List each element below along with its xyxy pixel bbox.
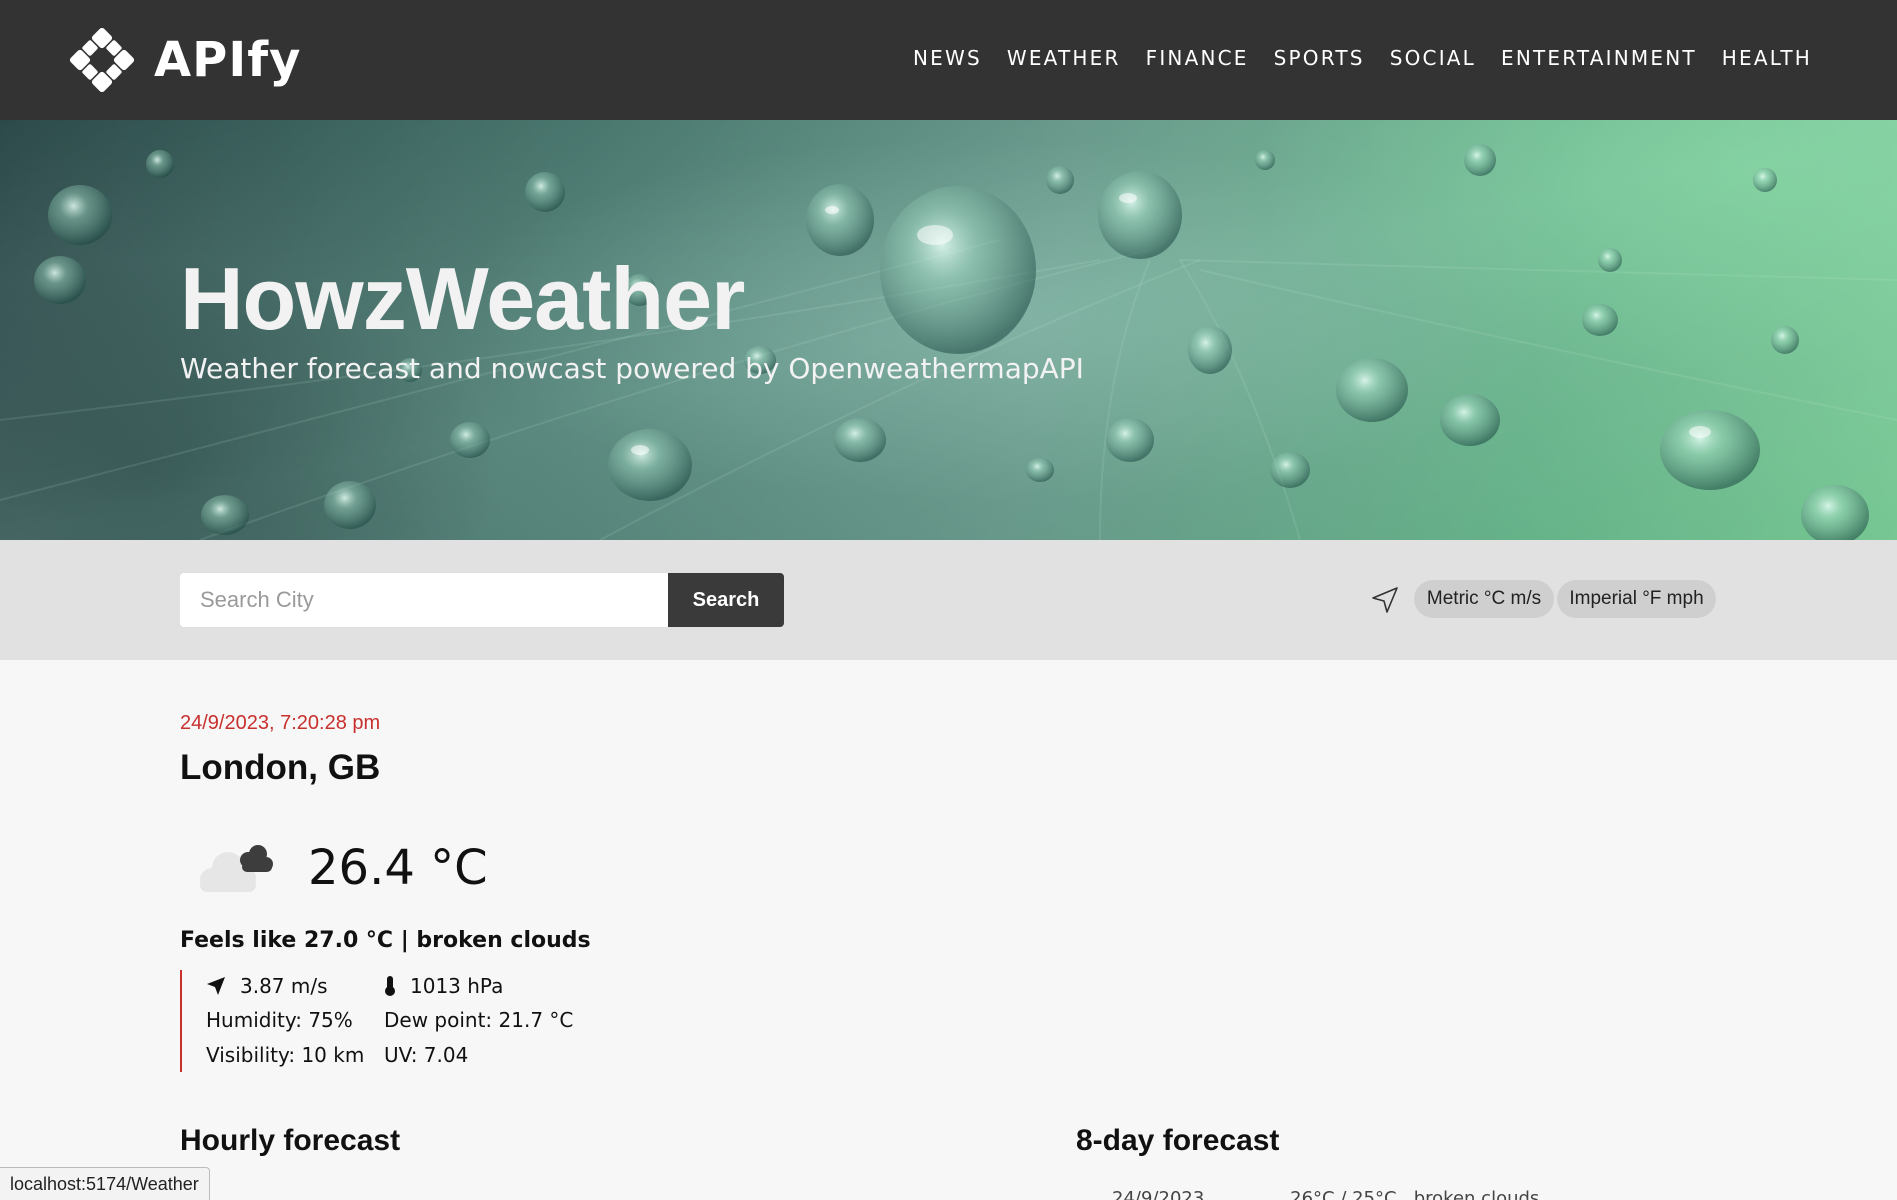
daily-forecast-title: 8-day forecast <box>1076 1124 1280 1157</box>
hero-title: HowzWeather <box>180 249 745 348</box>
brand-name: APIfy <box>154 32 302 88</box>
uv-detail: UV: 7.04 <box>384 1043 469 1067</box>
search-button[interactable]: Search <box>668 573 784 627</box>
brand-logo[interactable]: APIfy <box>70 28 301 92</box>
nav-health[interactable]: HEALTH <box>1722 46 1812 70</box>
hourly-forecast-title: Hourly forecast <box>180 1124 401 1157</box>
weather-details: 3.87 m/s 1013 hPa Humidity: 75% Dew poin… <box>180 970 573 1072</box>
observation-datetime: 24/9/2023, 7:20:28 pm <box>180 712 381 734</box>
city-search-input[interactable] <box>180 573 668 627</box>
main-nav: NEWS WEATHER FINANCE SPORTS SOCIAL ENTER… <box>888 46 1812 70</box>
nav-news[interactable]: NEWS <box>913 46 982 70</box>
hero-subtitle: Weather forecast and nowcast powered by … <box>180 352 1084 385</box>
pressure-value: 1013 hPa <box>410 974 504 998</box>
top-navbar: APIfy NEWS WEATHER FINANCE SPORTS SOCIAL… <box>0 0 1897 120</box>
nav-sports[interactable]: SPORTS <box>1274 46 1365 70</box>
nav-finance[interactable]: FINANCE <box>1146 46 1249 70</box>
pressure-detail: 1013 hPa <box>384 974 503 998</box>
unit-metric-button[interactable]: Metric °C m/s <box>1414 580 1554 618</box>
humidity-detail: Humidity: 75% <box>206 1008 353 1032</box>
thermometer-icon <box>385 976 395 996</box>
current-temperature: 26.4 °C <box>308 840 488 896</box>
nav-weather[interactable]: WEATHER <box>1007 46 1121 70</box>
diamond-cluster-icon <box>70 28 134 92</box>
nav-entertainment[interactable]: ENTERTAINMENT <box>1501 46 1697 70</box>
location-name: London, GB <box>180 748 381 787</box>
dew-point-detail: Dew point: 21.7 °C <box>384 1008 574 1032</box>
search-toolbar: Search Metric °C m/s Imperial °F mph <box>0 540 1897 660</box>
status-bar-url: localhost:5174/Weather <box>0 1167 210 1200</box>
hero-banner: HowzWeather Weather forecast and nowcast… <box>0 120 1897 540</box>
broken-clouds-icon <box>200 845 273 892</box>
nav-social[interactable]: SOCIAL <box>1390 46 1476 70</box>
daily-forecast-first-row: 24/9/2023 26°C / 25°C broken clouds <box>1112 1188 1540 1200</box>
navigation-arrow-icon[interactable] <box>1370 585 1400 615</box>
wind-speed: 3.87 m/s <box>240 974 328 998</box>
visibility-detail: Visibility: 10 km <box>206 1043 365 1067</box>
feels-like-summary: Feels like 27.0 °C | broken clouds <box>180 928 591 953</box>
wind-detail: 3.87 m/s <box>206 974 328 998</box>
wind-direction-icon <box>207 977 225 995</box>
unit-imperial-button[interactable]: Imperial °F mph <box>1557 580 1716 618</box>
